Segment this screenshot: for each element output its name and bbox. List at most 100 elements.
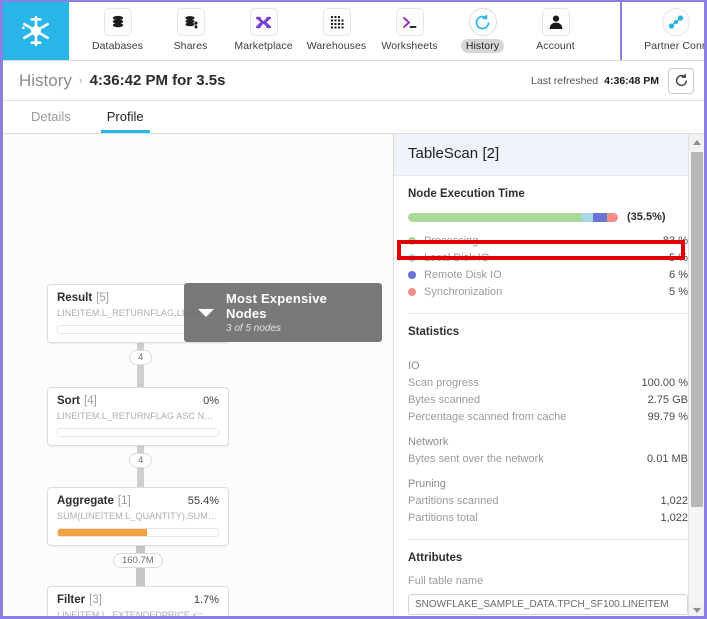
- most-expensive-nodes-subtitle: 3 of 5 nodes: [226, 323, 282, 334]
- nav-item-partner-connect[interactable]: Partner Conn: [633, 2, 704, 53]
- stat-label: Partitions scanned: [408, 494, 499, 507]
- legend-dot-remote-disk-io: [408, 270, 416, 279]
- plan-node-title: Filter: [57, 594, 86, 606]
- stat-group-pruning: Pruning: [408, 478, 446, 490]
- warehouses-grid-icon: [322, 8, 351, 36]
- details-scrollbar[interactable]: [688, 134, 704, 616]
- snowflake-icon: [21, 15, 49, 47]
- partner-connect-icon: [662, 8, 690, 36]
- legend-value-local-disk-io: 5 %: [669, 251, 688, 264]
- body-area: 4 4 160.7M 160.7M Result [5] LINEITEM.L_…: [3, 134, 704, 616]
- legend-value-remote-disk-io: 6 %: [669, 268, 688, 281]
- plan-node-percent: 55.4%: [187, 495, 219, 507]
- legend-dot-local-disk-io: [408, 253, 416, 262]
- nav-label-shares: Shares: [173, 40, 208, 52]
- stat-row-bytes-scanned: Bytes scanned 2.75 GB: [408, 391, 688, 408]
- legend-dot-processing: [408, 236, 416, 245]
- stat-label: Bytes scanned: [408, 393, 481, 406]
- plan-node-id: [3]: [89, 594, 102, 606]
- scrollbar-thumb[interactable]: [691, 152, 703, 507]
- nav-item-marketplace[interactable]: Marketplace: [227, 2, 300, 53]
- query-plan-canvas[interactable]: 4 4 160.7M 160.7M Result [5] LINEITEM.L_…: [3, 134, 394, 616]
- stat-row-scan-progress: Scan progress 100.00 %: [408, 374, 688, 391]
- legend-value-synchronization: 5 %: [669, 285, 688, 298]
- last-refreshed-time: 4:36:48 PM: [604, 74, 659, 87]
- snowflake-logo[interactable]: [3, 2, 69, 60]
- legend-label-processing: Processing: [424, 234, 479, 247]
- worksheets-terminal-icon: [395, 8, 424, 36]
- chevron-up-icon: [692, 139, 701, 145]
- marketplace-shuffle-icon: [249, 8, 278, 36]
- scrollbar-down-arrow[interactable]: [689, 602, 704, 616]
- stat-label: Scan progress: [408, 376, 479, 389]
- legend-dot-synchronization: [408, 287, 416, 296]
- nav-label-marketplace: Marketplace: [234, 40, 293, 52]
- most-expensive-nodes-title: Most Expensive Nodes: [226, 291, 328, 321]
- details-body: Node Execution Time (35.5%) Processing 8…: [394, 176, 704, 615]
- page-title: 4:36:42 PM for 3.5s: [89, 72, 226, 89]
- chevron-down-icon: [692, 607, 701, 613]
- nav-label-warehouses: Warehouses: [306, 40, 367, 52]
- legend-label-synchronization: Synchronization: [424, 285, 503, 298]
- details-header: TableScan [2]: [394, 134, 704, 176]
- plan-node-sort[interactable]: Sort [4] 0% LINEITEM.L_RETURNFLAG ASC NU…: [47, 387, 229, 446]
- plan-node-title: Sort: [57, 395, 80, 407]
- plan-node-header: Sort [4] 0%: [57, 395, 219, 407]
- edge-label-2: 4: [129, 453, 153, 468]
- plan-node-header: Filter [3] 1.7%: [57, 594, 219, 606]
- nav-item-worksheets[interactable]: Worksheets: [373, 2, 446, 53]
- node-execution-time-bar: [408, 212, 618, 222]
- node-execution-time-title: Node Execution Time: [408, 188, 525, 200]
- exec-segment-remote-disk-io: [592, 212, 608, 222]
- plan-node-filter[interactable]: Filter [3] 1.7% LINEITEM.L_EXTENDEDPRICE…: [47, 586, 229, 616]
- nav-right-separator: [620, 2, 622, 60]
- refresh-icon: [675, 73, 687, 87]
- nav-item-list: Databases Shares Marketplace Warehouses …: [69, 2, 704, 60]
- legend-label-local-disk-io: Local Disk IO: [424, 251, 490, 264]
- scrollbar-up-arrow[interactable]: [689, 134, 704, 150]
- divider-2: [408, 539, 688, 540]
- edge-label-3: 160.7M: [113, 553, 163, 568]
- most-expensive-nodes-panel[interactable]: Most Expensive Nodes 3 of 5 nodes: [184, 283, 382, 342]
- breadcrumb-separator-icon: ›: [78, 74, 83, 87]
- nav-item-warehouses[interactable]: Warehouses: [300, 2, 373, 53]
- last-refreshed-label: Last refreshed: [531, 74, 599, 87]
- stat-row-percentage-scanned-from-cache: Percentage scanned from cache 99.79 %: [408, 408, 688, 425]
- legend-row-remote-disk-io: Remote Disk IO 6 %: [408, 266, 688, 283]
- stat-group-io: IO: [408, 360, 420, 372]
- stat-value: 0.01 MB: [647, 452, 688, 465]
- plan-node-title: Aggregate: [57, 495, 114, 507]
- stat-label: Percentage scanned from cache: [408, 410, 567, 423]
- most-expensive-nodes-text: Most Expensive Nodes 3 of 5 nodes: [226, 291, 368, 334]
- tab-profile[interactable]: Profile: [100, 109, 150, 133]
- nav-item-shares[interactable]: Shares: [154, 2, 227, 53]
- account-person-icon: [541, 8, 570, 36]
- stat-label: Bytes sent over the network: [408, 452, 544, 465]
- legend-row-synchronization: Synchronization 5 %: [408, 283, 688, 300]
- nav-item-history[interactable]: History: [446, 2, 519, 53]
- shares-icon: [176, 8, 205, 36]
- nav-label-databases: Databases: [91, 40, 144, 52]
- legend-label-remote-disk-io: Remote Disk IO: [424, 268, 502, 281]
- breadcrumb-root-link[interactable]: History: [19, 71, 72, 91]
- stat-value: 99.79 %: [647, 410, 688, 423]
- full-table-name-input[interactable]: [408, 594, 688, 615]
- plan-node-aggregate[interactable]: Aggregate [1] 55.4% SUM(LINEITEM.L_QUANT…: [47, 487, 229, 546]
- full-table-name-label: Full table name: [408, 575, 484, 587]
- plan-node-subtitle: SUM(LINEITEM.L_QUANTITY),SUM(LINEIT...: [57, 511, 219, 521]
- plan-node-progress-bar: [57, 528, 219, 537]
- refresh-button[interactable]: [668, 67, 694, 94]
- breadcrumb-bar: History › 4:36:42 PM for 3.5s Last refre…: [3, 61, 704, 101]
- nav-label-history: History: [460, 39, 505, 53]
- details-title-id: [2]: [482, 145, 500, 162]
- tab-details[interactable]: Details: [25, 109, 77, 133]
- plan-node-progress-bar: [57, 428, 219, 437]
- stat-value: 1,022: [660, 494, 688, 507]
- node-details-pane: TableScan [2] Node Execution Time (35.5%…: [394, 134, 704, 616]
- legend-row-local-disk-io: Local Disk IO 5 %: [408, 249, 688, 266]
- nav-item-account[interactable]: Account: [519, 2, 592, 53]
- nav-item-databases[interactable]: Databases: [81, 2, 154, 53]
- legend-row-processing: Processing 83 %: [408, 232, 688, 249]
